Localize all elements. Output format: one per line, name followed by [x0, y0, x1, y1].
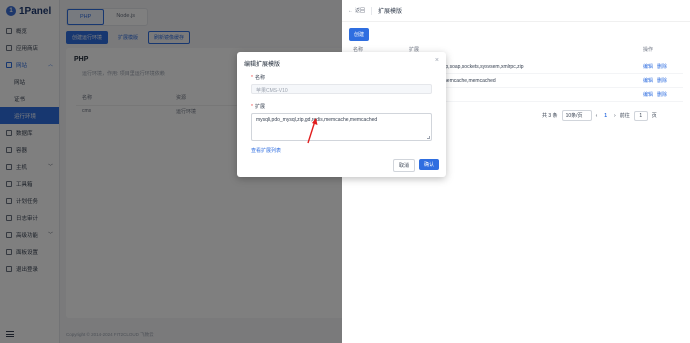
goto-page-input[interactable]: 1 [633, 110, 648, 121]
goto-label: 前往 [619, 113, 630, 119]
dialog-title: 编辑扩展模版 [244, 62, 281, 68]
resize-handle-icon[interactable] [427, 136, 430, 139]
create-template-button[interactable]: 创建 [349, 28, 370, 41]
back-button[interactable]: ← 返回 [348, 7, 365, 15]
page-size-select[interactable]: 10条/页 [561, 110, 592, 121]
page-number[interactable]: 1 [601, 113, 610, 119]
arrow-left-icon: ← [348, 7, 353, 14]
edit-link[interactable]: 编辑 [643, 63, 653, 70]
edit-link[interactable]: 编辑 [643, 77, 653, 84]
page-suffix: 页 [651, 113, 657, 119]
extension-label: * 扩展 [251, 104, 265, 110]
next-page-icon[interactable]: › [614, 113, 616, 119]
view-extension-list-link[interactable]: 查看扩展列表 [251, 147, 281, 154]
annotation-arrow-icon [307, 118, 318, 144]
close-icon[interactable]: × [435, 57, 439, 64]
confirm-button[interactable]: 确认 [419, 159, 440, 170]
divider [371, 6, 373, 15]
pagination: 共 3 条 10条/页 ‹ 1 › 前往 1 页 [542, 110, 657, 121]
drawer-header: ← 返回 扩展模版 [342, 0, 690, 22]
prev-page-icon[interactable]: ‹ [596, 113, 598, 119]
extension-textarea[interactable]: mysqli,pdo_mysql,zip,gd,redis,memcache,m… [251, 113, 432, 141]
drawer-title: 扩展模版 [378, 9, 403, 15]
delete-link[interactable]: 删除 [657, 63, 667, 70]
delete-link[interactable]: 删除 [657, 91, 667, 98]
name-label: * 名称 [251, 75, 265, 81]
pagination-total: 共 3 条 [542, 113, 558, 119]
name-input[interactable]: 苹果CMS-V10 [251, 84, 432, 94]
cancel-button[interactable]: 取消 [393, 159, 416, 172]
edit-link[interactable]: 编辑 [643, 91, 653, 98]
edit-template-dialog: 编辑扩展模版 × * 名称 苹果CMS-V10 * 扩展 mysqli,pdo_my… [237, 52, 446, 177]
delete-link[interactable]: 删除 [657, 77, 667, 84]
